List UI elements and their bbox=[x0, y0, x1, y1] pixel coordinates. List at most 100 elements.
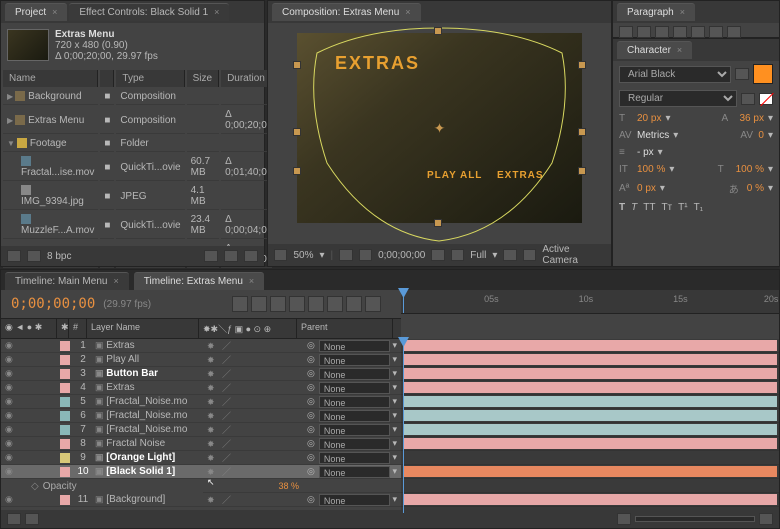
justify-last-left-icon[interactable] bbox=[673, 26, 687, 38]
tracking-value[interactable]: 0 bbox=[758, 130, 764, 141]
layer-name[interactable]: ▣ Button Bar bbox=[93, 368, 203, 379]
align-right-icon[interactable] bbox=[655, 26, 669, 38]
justify-last-right-icon[interactable] bbox=[709, 26, 723, 38]
layer-switches[interactable]: ✸ ／ bbox=[203, 423, 303, 437]
menu-playall[interactable]: PLAY ALL bbox=[427, 170, 482, 181]
font-family-select[interactable]: Arial Black bbox=[619, 66, 731, 83]
trash-icon[interactable] bbox=[244, 250, 258, 262]
col-type[interactable]: Type bbox=[116, 70, 184, 87]
project-item[interactable]: Fractal...ise.mov■QuickTi...ovie60.7 MBΔ… bbox=[3, 154, 272, 181]
menu-extras[interactable]: EXTRAS bbox=[497, 170, 544, 181]
align-center-icon[interactable] bbox=[637, 26, 651, 38]
superscript-button[interactable]: T¹ bbox=[678, 202, 687, 213]
col-name[interactable]: Name bbox=[3, 70, 98, 87]
layer-duration-bar[interactable] bbox=[403, 466, 777, 477]
layer-switches[interactable]: ✸ ／ bbox=[203, 353, 303, 367]
layer-duration-bar[interactable] bbox=[403, 354, 777, 365]
layer-row[interactable]: ◉ 2▣ Play All bbox=[1, 353, 203, 367]
close-icon[interactable]: × bbox=[249, 276, 254, 286]
layer-color-label[interactable] bbox=[60, 397, 70, 407]
layer-name[interactable]: ▣ Extras bbox=[93, 382, 203, 393]
draft3d-icon[interactable] bbox=[251, 296, 267, 312]
layer-color-label[interactable] bbox=[60, 439, 70, 449]
toggle-modes-icon[interactable] bbox=[25, 513, 39, 525]
layer-row[interactable]: ◉ 9▣ [Orange Light] bbox=[1, 451, 203, 465]
stroke-swatch[interactable] bbox=[759, 93, 773, 105]
layer-color-label[interactable] bbox=[60, 341, 70, 351]
layer-row[interactable]: ◉ 7▣ [Fractal_Noise.mo bbox=[1, 423, 203, 437]
layer-duration-bar[interactable] bbox=[403, 424, 777, 435]
pickwhip-icon[interactable]: ◎ bbox=[307, 494, 315, 505]
bpc-button[interactable]: 8 bpc bbox=[47, 251, 71, 262]
channel-icon[interactable] bbox=[451, 249, 464, 261]
fill-color-swatch[interactable] bbox=[753, 64, 773, 84]
zoom-out-icon[interactable] bbox=[617, 513, 631, 525]
parent-dropdown[interactable]: None bbox=[319, 438, 391, 450]
layer-track[interactable] bbox=[401, 409, 779, 423]
pickwhip-icon[interactable]: ◎ bbox=[307, 354, 315, 365]
tab-effect-controls[interactable]: Effect Controls: Black Solid 1× bbox=[69, 3, 229, 21]
layer-switches[interactable]: ✸ ／ bbox=[203, 381, 303, 395]
justify-all-icon[interactable] bbox=[727, 26, 741, 38]
mask-vertex[interactable] bbox=[434, 219, 442, 227]
tab-composition[interactable]: Composition: Extras Menu× bbox=[272, 3, 421, 21]
layer-track[interactable] bbox=[401, 381, 779, 395]
parent-dropdown[interactable]: None bbox=[319, 494, 391, 506]
layer-switches[interactable]: ✸ ／ bbox=[203, 409, 303, 423]
title-text-layer[interactable]: EXTRAS bbox=[335, 53, 420, 74]
layer-row[interactable]: ◉ 11▣ [Background] bbox=[1, 493, 203, 507]
project-item[interactable]: ▶Background■Composition bbox=[3, 89, 272, 105]
layer-duration-bar[interactable] bbox=[403, 382, 777, 393]
frame-blend-icon[interactable] bbox=[289, 296, 305, 312]
comp-thumbnail[interactable] bbox=[7, 29, 49, 61]
layer-name[interactable]: ▣ Fractal Noise bbox=[93, 438, 203, 449]
layer-row[interactable]: ◉ 3▣ Button Bar bbox=[1, 367, 203, 381]
smallcaps-button[interactable]: Tᴛ bbox=[661, 202, 672, 213]
layer-switches[interactable]: ✸ ／ bbox=[203, 367, 303, 381]
align-left-icon[interactable] bbox=[619, 26, 633, 38]
layer-color-label[interactable] bbox=[60, 425, 70, 435]
pickwhip-icon[interactable]: ◎ bbox=[307, 424, 315, 435]
comp-mini-flowchart-icon[interactable] bbox=[232, 296, 248, 312]
mask-vertex[interactable] bbox=[578, 61, 586, 69]
zoom-slider[interactable] bbox=[635, 516, 755, 522]
layer-row[interactable]: ◉ 5▣ [Fractal_Noise.mo bbox=[1, 395, 203, 409]
layer-duration-bar[interactable] bbox=[403, 438, 777, 449]
col-label[interactable] bbox=[100, 70, 114, 87]
layer-switches[interactable]: ✸ ／ bbox=[203, 437, 303, 451]
zoom-in-icon[interactable] bbox=[759, 513, 773, 525]
pickwhip-icon[interactable]: ◎ bbox=[307, 410, 315, 421]
layer-switches[interactable]: ✸ ／ bbox=[203, 395, 303, 409]
layer-name[interactable]: ▣ [Fractal_Noise.mo bbox=[93, 410, 203, 421]
parent-dropdown[interactable]: None bbox=[319, 410, 391, 422]
parent-dropdown[interactable]: None bbox=[319, 340, 391, 352]
parent-dropdown[interactable]: None bbox=[319, 452, 391, 464]
pickwhip-icon[interactable]: ◎ bbox=[307, 438, 315, 449]
pickwhip-icon[interactable]: ◎ bbox=[307, 452, 315, 463]
shy-icon[interactable] bbox=[270, 296, 286, 312]
current-time-display[interactable]: 0;00;00;00 bbox=[11, 296, 95, 312]
mask-toggle-icon[interactable] bbox=[359, 249, 372, 261]
layer-name[interactable]: ▣ [Black Solid 1] bbox=[93, 466, 203, 477]
layer-track[interactable] bbox=[401, 423, 779, 437]
layer-name[interactable]: ▣ [Fractal_Noise.mo bbox=[93, 396, 203, 407]
col-duration[interactable]: Duration bbox=[221, 70, 272, 87]
snapshot-icon[interactable] bbox=[431, 249, 444, 261]
tab-paragraph[interactable]: Paragraph× bbox=[617, 3, 695, 21]
project-item[interactable]: ▶Extras Menu■CompositionΔ 0;00;20;0 bbox=[3, 107, 272, 134]
layer-track[interactable] bbox=[401, 395, 779, 409]
new-comp-icon[interactable] bbox=[204, 250, 218, 262]
project-item[interactable]: IMG_9394.jpg■JPEG4.1 MB bbox=[3, 183, 272, 210]
layer-duration-bar[interactable] bbox=[403, 494, 777, 505]
layer-name[interactable]: ▣ [Fractal_Noise.mo bbox=[93, 424, 203, 435]
parent-dropdown[interactable]: None bbox=[319, 382, 391, 394]
motion-blur-icon[interactable] bbox=[308, 296, 324, 312]
tab-character[interactable]: Character× bbox=[617, 41, 692, 59]
layer-row[interactable]: ◉ 10▣ [Black Solid 1] bbox=[1, 465, 203, 479]
layer-track[interactable] bbox=[401, 367, 779, 381]
mask-vertex[interactable] bbox=[578, 167, 586, 175]
anchor-point-icon[interactable]: ✦ bbox=[434, 122, 446, 134]
parent-dropdown[interactable]: None bbox=[319, 354, 391, 366]
layer-row[interactable]: ◉ 4▣ Extras bbox=[1, 381, 203, 395]
view-icon[interactable] bbox=[523, 249, 536, 261]
